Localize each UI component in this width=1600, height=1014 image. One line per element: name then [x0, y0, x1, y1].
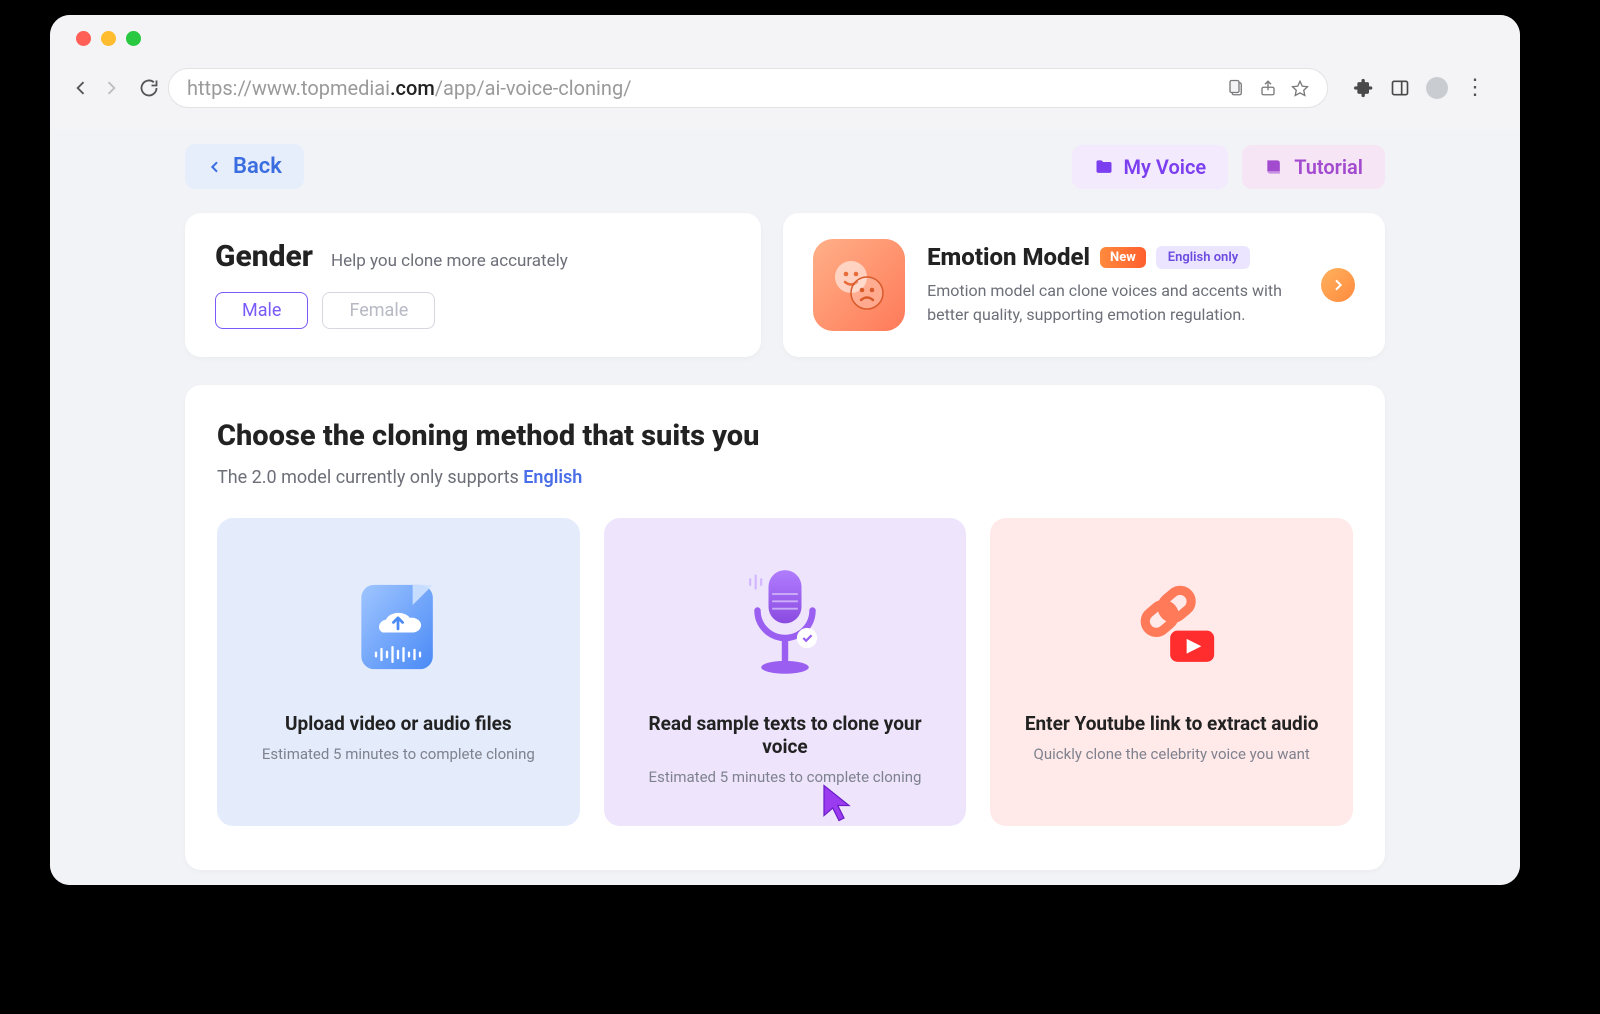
- youtube-title-pre: Enter: [1025, 712, 1075, 735]
- kebab-menu-icon[interactable]: ⋮: [1464, 77, 1486, 99]
- clipboard-icon[interactable]: [1227, 79, 1245, 97]
- address-bar[interactable]: https://www.topmediai.com/app/ai-voice-c…: [168, 68, 1328, 108]
- gender-title: Gender: [215, 239, 313, 274]
- gender-subtitle: Help you clone more accurately: [331, 251, 568, 271]
- youtube-title: Enter Youtube link to extract audio: [1010, 712, 1333, 735]
- window-close-icon[interactable]: [76, 31, 91, 46]
- method-subtext-lang: English: [523, 467, 582, 488]
- gender-options: Male Female: [215, 292, 731, 329]
- gender-option-female[interactable]: Female: [322, 292, 435, 329]
- star-icon[interactable]: [1291, 79, 1309, 97]
- read-title: Read sample texts to clone your voice: [624, 712, 947, 758]
- browser-nav-row: https://www.topmediai.com/app/ai-voice-c…: [50, 46, 1520, 108]
- upload-desc: Estimated 5 minutes to complete cloning: [237, 745, 560, 763]
- back-button[interactable]: Back: [185, 144, 304, 189]
- browser-window: https://www.topmediai.com/app/ai-voice-c…: [50, 15, 1520, 885]
- profile-avatar-icon[interactable]: [1426, 77, 1448, 99]
- url-domain-suffix: .com: [390, 76, 435, 100]
- url-path: /app/ai-voice-cloning/: [435, 76, 632, 100]
- upload-title-rest: files: [470, 712, 511, 735]
- panel-icon[interactable]: [1390, 78, 1410, 98]
- nav-reload-icon[interactable]: [138, 77, 160, 99]
- emotion-desc: Emotion model can clone voices and accen…: [927, 279, 1299, 327]
- book-icon: [1264, 157, 1284, 177]
- read-desc: Estimated 5 minutes to complete cloning: [624, 768, 947, 786]
- tutorial-button[interactable]: Tutorial: [1242, 145, 1385, 189]
- nav-forward-icon[interactable]: [100, 77, 122, 99]
- method-card-read[interactable]: Read sample texts to clone your voice Es…: [604, 518, 967, 826]
- method-subtext-pre: The 2.0 model currently only supports: [217, 467, 523, 488]
- browser-chrome: https://www.topmediai.com/app/ai-voice-c…: [50, 15, 1520, 130]
- youtube-title-rest: to extract audio: [1181, 712, 1319, 735]
- back-label: Back: [233, 154, 282, 179]
- method-cards: Upload video or audio files Estimated 5 …: [217, 518, 1353, 826]
- emotion-faces-icon: [813, 239, 905, 331]
- tutorial-label: Tutorial: [1294, 155, 1363, 179]
- window-minimize-icon[interactable]: [101, 31, 116, 46]
- page-header-row: Back My Voice Tutorial: [185, 144, 1385, 189]
- header-actions: My Voice Tutorial: [1072, 145, 1385, 189]
- youtube-desc: Quickly clone the celebrity voice you wa…: [1010, 745, 1333, 763]
- emotion-arrow-icon[interactable]: [1321, 268, 1355, 302]
- share-icon[interactable]: [1259, 79, 1277, 97]
- gender-card: Gender Help you clone more accurately Ma…: [185, 213, 761, 357]
- my-voice-button[interactable]: My Voice: [1072, 145, 1229, 189]
- upload-cloud-icon: [237, 562, 560, 692]
- traffic-lights: [50, 15, 1520, 46]
- new-badge: New: [1100, 247, 1146, 268]
- browser-ext-icons: ⋮: [1336, 77, 1500, 99]
- microphone-icon: [624, 562, 947, 692]
- english-only-badge: English only: [1156, 246, 1250, 269]
- emotion-model-card[interactable]: Emotion Model New English only Emotion m…: [783, 213, 1385, 357]
- window-maximize-icon[interactable]: [126, 31, 141, 46]
- address-bar-icons: [1227, 79, 1309, 97]
- method-card-upload[interactable]: Upload video or audio files Estimated 5 …: [217, 518, 580, 826]
- gender-option-male[interactable]: Male: [215, 292, 308, 329]
- cursor-icon: [819, 783, 859, 823]
- read-title-hl: Read sample texts: [648, 712, 806, 735]
- upload-title-hl: Upload video or audio: [285, 712, 470, 735]
- link-youtube-icon: [1010, 562, 1333, 692]
- cloning-method-section: Choose the cloning method that suits you…: [185, 385, 1385, 870]
- folder-voice-icon: [1094, 157, 1114, 177]
- nav-back-icon[interactable]: [70, 77, 92, 99]
- my-voice-label: My Voice: [1124, 155, 1207, 179]
- method-heading: Choose the cloning method that suits you: [217, 419, 1353, 453]
- method-card-youtube[interactable]: Enter Youtube link to extract audio Quic…: [990, 518, 1353, 826]
- content-container: Back My Voice Tutorial Gender: [185, 130, 1385, 870]
- page-body: Back My Voice Tutorial Gender: [50, 130, 1520, 885]
- settings-cards-row: Gender Help you clone more accurately Ma…: [185, 213, 1385, 357]
- extensions-icon[interactable]: [1354, 78, 1374, 98]
- upload-title: Upload video or audio files: [237, 712, 560, 735]
- emotion-text: Emotion Model New English only Emotion m…: [927, 243, 1299, 327]
- youtube-title-hl: Youtube link: [1075, 712, 1181, 735]
- method-subtext: The 2.0 model currently only supports En…: [217, 467, 1353, 488]
- url-scheme: https://www.topmediai: [187, 76, 390, 100]
- emotion-title: Emotion Model: [927, 243, 1090, 271]
